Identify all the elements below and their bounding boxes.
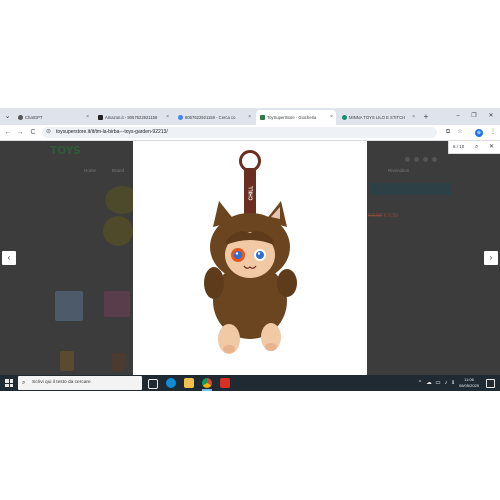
- lightbox-image-panel: CHILL: [133, 141, 367, 375]
- amazon-favicon-icon: [98, 115, 103, 120]
- site-menu-brand[interactable]: Brand: [112, 168, 124, 173]
- minna-favicon-icon: [342, 115, 347, 120]
- lightbox-next-button[interactable]: ›: [484, 251, 498, 265]
- reload-button[interactable]: C: [28, 127, 38, 138]
- clock-date: 06/05/2025: [458, 383, 480, 388]
- address-bar[interactable]: ⊜ toysuperstore.it/it/tm-la-birba---toys…: [42, 127, 437, 138]
- product-thumbnail[interactable]: [60, 351, 74, 371]
- tab-strip: ⌄ ChatGPT × Amazon.it - 8057622921159 × …: [0, 108, 500, 125]
- tab-toysuperstore[interactable]: ToySuperStore - Giocheria ×: [256, 110, 336, 125]
- find-search-icon[interactable]: ⌕: [475, 141, 478, 153]
- minimize-button[interactable]: –: [452, 110, 464, 123]
- taskbar-search-box[interactable]: ⌕ Scrivi qui il testo da cercare: [18, 376, 142, 390]
- find-match-count: 6 / 10: [453, 144, 465, 149]
- tab-close-icon[interactable]: ×: [330, 110, 333, 125]
- chrome-icon[interactable]: [202, 378, 212, 388]
- back-button[interactable]: ←: [3, 127, 13, 138]
- strap-tag-text: CHILL: [249, 186, 255, 201]
- add-to-cart-button[interactable]: [370, 183, 451, 195]
- product-thumbnail[interactable]: [112, 353, 126, 371]
- taskbar-search-placeholder: Scrivi qui il testo da cercare: [32, 380, 91, 385]
- site-menu-rivenditori[interactable]: Rivenditori: [388, 168, 409, 173]
- old-price: € 8,99: [368, 213, 382, 219]
- tab-label: Amazon.it - 8057622921159: [105, 115, 158, 120]
- edge-icon[interactable]: [166, 378, 176, 388]
- file-explorer-icon[interactable]: [184, 378, 194, 388]
- site-logo[interactable]: TOYS: [50, 144, 81, 157]
- tab-close-icon[interactable]: ×: [166, 110, 169, 125]
- site-menu-home[interactable]: Home: [84, 168, 96, 173]
- tab-search-icon[interactable]: ⌄: [3, 112, 12, 121]
- find-in-page-bar[interactable]: 6 / 10 ⌕ ✕: [448, 141, 500, 154]
- tab-close-icon[interactable]: ×: [86, 110, 89, 125]
- windows-start-icon[interactable]: [5, 379, 13, 387]
- volume-icon[interactable]: ♪: [442, 375, 450, 391]
- forward-button[interactable]: →: [15, 127, 25, 138]
- tray-overflow-icon[interactable]: ^: [416, 375, 424, 391]
- windows-taskbar: ⌕ Scrivi qui il testo da cercare ^ ☁ ▭ ♪…: [0, 375, 500, 391]
- chatgpt-favicon-icon: [18, 115, 23, 120]
- new-tab-button[interactable]: +: [421, 110, 431, 123]
- tab-label: ChatGPT: [25, 115, 43, 120]
- current-price: € 6,99: [384, 213, 398, 219]
- maximize-button[interactable]: ❐: [468, 110, 480, 123]
- google-favicon-icon: [178, 115, 183, 120]
- tab-minna-toys[interactable]: MINNA TOYS LILO E STITCH ×: [338, 110, 418, 125]
- screen: ⌄ ChatGPT × Amazon.it - 8057622921159 × …: [0, 108, 500, 391]
- site-info-icon[interactable]: ⊜: [46, 127, 51, 138]
- notification-icon[interactable]: [486, 379, 495, 388]
- tab-label: ToySuperStore - Giocheria: [267, 115, 317, 120]
- task-view-icon[interactable]: [148, 379, 158, 389]
- chrome-active-indicator: [202, 389, 212, 391]
- onedrive-icon[interactable]: ☁: [425, 375, 433, 391]
- tab-close-icon[interactable]: ×: [412, 110, 415, 125]
- network-icon[interactable]: ▭: [434, 375, 442, 391]
- taskbar-clock[interactable]: 11:06 06/05/2025: [456, 377, 482, 389]
- find-close-icon[interactable]: ✕: [489, 141, 494, 153]
- browser-toolbar: ← → C ⊜ toysuperstore.it/it/tm-la-birba-…: [0, 125, 500, 141]
- url-text: toysuperstore.it/it/tm-la-birba---toys-g…: [56, 129, 168, 135]
- profile-avatar-icon[interactable]: ⊕: [475, 128, 483, 137]
- product-thumbnail[interactable]: [55, 291, 83, 321]
- tab-amazon[interactable]: Amazon.it - 8057622921159 ×: [94, 110, 172, 125]
- page-overlay[interactable]: TOYS Home Brand Rivenditori € 8,99 € 6,9…: [0, 141, 500, 375]
- tab-google-search[interactable]: 8057622921159 - Cerca co ×: [174, 110, 254, 125]
- pdf-app-icon[interactable]: [220, 378, 230, 388]
- toysuperstore-favicon-icon: [260, 115, 265, 120]
- site-header-icons: [405, 149, 450, 162]
- tab-close-icon[interactable]: ×: [248, 110, 251, 125]
- tab-label: 8057622921159 - Cerca co: [185, 115, 236, 120]
- tab-cast-icon[interactable]: ⧉: [443, 127, 453, 138]
- tab-label: MINNA TOYS LILO E STITCH: [349, 115, 406, 120]
- bookmark-star-icon[interactable]: ☆: [455, 127, 465, 138]
- product-thumbnail[interactable]: [104, 291, 130, 317]
- background-graphic: [103, 216, 133, 246]
- plush-keychain-image: CHILL: [204, 150, 297, 354]
- tab-chatgpt[interactable]: ChatGPT ×: [14, 110, 92, 125]
- lightbox-prev-button[interactable]: ‹: [2, 251, 16, 265]
- browser-menu-icon[interactable]: ⋮: [488, 127, 498, 138]
- taskbar-search-icon: ⌕: [22, 380, 26, 386]
- close-window-button[interactable]: ✕: [485, 110, 497, 123]
